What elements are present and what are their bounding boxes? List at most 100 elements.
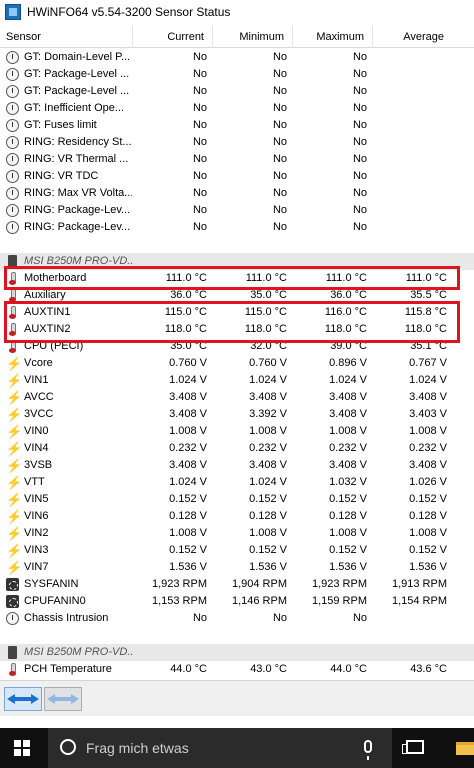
average-value (375, 151, 447, 168)
clock-icon (6, 187, 19, 200)
sensor-row[interactable]: ⚡ 3VCC 3.408 V 3.392 V 3.408 V 3.403 V (0, 406, 474, 423)
average-value (375, 66, 447, 83)
sensor-row[interactable]: Motherboard 111.0 °C 111.0 °C 111.0 °C 111.0… (0, 270, 474, 287)
current-value (135, 627, 207, 644)
sensor-row[interactable]: ⚡ Vcore 0.760 V 0.760 V 0.896 V 0.767 V (0, 355, 474, 372)
sensor-row[interactable]: AUXTIN1 115.0 °C 115.0 °C 116.0 °C 115.8 °C (0, 304, 474, 321)
average-value (375, 253, 447, 270)
sensor-name: 3VSB (24, 459, 53, 471)
current-value (135, 236, 207, 253)
current-value: No (192, 102, 207, 114)
sensor-row[interactable]: ⚡ VTT 1.024 V 1.024 V 1.032 V 1.026 V (0, 474, 474, 491)
sensor-row[interactable]: PCH Temperature 44.0 °C 43.0 °C 44.0 °C 43.6… (0, 661, 474, 678)
taskbar-search-placeholder: Frag mich etwas (86, 740, 189, 756)
current-value: No (192, 170, 207, 182)
average-value: 1.024 V (409, 374, 447, 386)
column-header-current[interactable]: Current (132, 26, 212, 48)
microphone-icon[interactable] (364, 740, 372, 760)
sensor-row[interactable]: AUXTIN2 118.0 °C 118.0 °C 118.0 °C 118.0 °C (0, 321, 474, 338)
sensor-name: VTT (24, 476, 45, 488)
sensor-row[interactable]: GT: Package-Level ... No No No (0, 83, 474, 100)
sensor-row[interactable]: ⚡ VIN1 1.024 V 1.024 V 1.024 V 1.024 V (0, 372, 474, 389)
voltage-icon: ⚡ (6, 509, 23, 524)
layout-toggle-button[interactable] (44, 687, 82, 711)
column-header: Sensor Current Minimum Maximum Average (0, 26, 474, 48)
sensor-row[interactable]: RING: VR Thermal ... No No No (0, 151, 474, 168)
sensor-row[interactable]: GT: Domain-Level P... No No No (0, 49, 474, 66)
current-value: 1,923 RPM (151, 578, 207, 590)
sensor-row[interactable]: GT: Inefficient Ope... No No No (0, 100, 474, 117)
task-view-icon[interactable] (402, 740, 424, 754)
column-header-minimum[interactable]: Minimum (212, 26, 292, 48)
thermometer-icon (6, 323, 19, 336)
sensor-row[interactable]: GT: Fuses limit No No No (0, 117, 474, 134)
taskbar-search-box[interactable]: Frag mich etwas (48, 728, 392, 768)
average-value (375, 644, 447, 661)
minimum-value: 3.408 V (249, 391, 287, 403)
minimum-value: No (272, 153, 287, 165)
sensor-name: RING: Max VR Volta... (24, 187, 132, 199)
average-value (375, 134, 447, 151)
column-header-sensor[interactable]: Sensor (0, 26, 132, 48)
sensor-row[interactable]: GT: Package-Level ... No No No (0, 66, 474, 83)
sensor-row[interactable]: CPU (PECI) 35.0 °C 32.0 °C 39.0 °C 35.1 °C (0, 338, 474, 355)
sensor-row[interactable]: ⚡ AVCC 3.408 V 3.408 V 3.408 V 3.408 V (0, 389, 474, 406)
sensor-group-header[interactable]: MSI B250M PRO-VD... (0, 644, 474, 661)
sensor-name: RING: VR TDC (24, 170, 99, 182)
sensor-row[interactable]: RING: Residency St... No No No (0, 134, 474, 151)
sensor-row[interactable]: ⚡ VIN6 0.128 V 0.128 V 0.128 V 0.128 V (0, 508, 474, 525)
maximum-value: 1.536 V (329, 561, 367, 573)
sensor-row[interactable]: ⚡ VIN2 1.008 V 1.008 V 1.008 V 1.008 V (0, 525, 474, 542)
average-value: 43.6 °C (410, 663, 447, 675)
hwinfo-app-icon (5, 4, 21, 20)
sensor-row[interactable]: CPUFANIN0 1,153 RPM 1,146 RPM 1,159 RPM 1,15… (0, 593, 474, 610)
minimum-value: No (272, 68, 287, 80)
voltage-icon: ⚡ (6, 492, 23, 507)
minimum-value: 3.408 V (249, 459, 287, 471)
current-value: No (192, 187, 207, 199)
sensor-row[interactable]: ⚡ VIN5 0.152 V 0.152 V 0.152 V 0.152 V (0, 491, 474, 508)
sensor-name: MSI B250M PRO-VD... (24, 646, 134, 658)
maximum-value: 0.896 V (329, 357, 367, 369)
minimum-value: No (272, 170, 287, 182)
voltage-icon: ⚡ (6, 407, 23, 422)
sensor-name (24, 627, 132, 644)
sensor-row[interactable]: ⚡ 3VSB 3.408 V 3.408 V 3.408 V 3.408 V (0, 457, 474, 474)
voltage-icon: ⚡ (6, 543, 23, 558)
sensor-row[interactable]: SYSFANIN 1,923 RPM 1,904 RPM 1,923 RPM 1,913… (0, 576, 474, 593)
sensor-row[interactable]: ⚡ VIN0 1.008 V 1.008 V 1.008 V 1.008 V (0, 423, 474, 440)
maximum-value: No (352, 170, 367, 182)
sensor-row[interactable]: RING: Max VR Volta... No No No (0, 185, 474, 202)
maximum-value: 0.232 V (329, 442, 367, 454)
sensor-row[interactable]: RING: Package-Lev... No No No (0, 219, 474, 236)
sensor-name: VIN0 (24, 425, 49, 437)
maximum-value: 116.0 °C (324, 306, 367, 318)
expand-collapse-button[interactable] (4, 687, 42, 711)
sensor-row[interactable]: Auxiliary 36.0 °C 35.0 °C 36.0 °C 35.5 °C (0, 287, 474, 304)
sensor-name: RING: Package-Lev... (24, 204, 131, 216)
sensor-name: GT: Package-Level ... (24, 85, 130, 97)
sensor-name: Vcore (24, 357, 53, 369)
sensor-group-header[interactable]: MSI B250M PRO-VD... (0, 253, 474, 270)
current-value: 1.024 V (169, 476, 207, 488)
sensor-name: RING: VR Thermal ... (24, 153, 129, 165)
windows-taskbar: Frag mich etwas (0, 728, 474, 768)
thermometer-icon (6, 663, 19, 676)
maximum-value: 1.032 V (329, 476, 367, 488)
file-explorer-icon[interactable] (456, 742, 474, 755)
column-header-maximum[interactable]: Maximum (292, 26, 372, 48)
current-value: No (192, 119, 207, 131)
sensor-name: AUXTIN1 (24, 306, 71, 318)
windows-start-icon[interactable] (14, 740, 30, 756)
sensor-row[interactable]: RING: VR TDC No No No (0, 168, 474, 185)
sensor-row[interactable]: Chassis Intrusion No No No (0, 610, 474, 627)
sensor-row[interactable]: ⚡ VIN4 0.232 V 0.232 V 0.232 V 0.232 V (0, 440, 474, 457)
sensor-row[interactable]: ⚡ VIN3 0.152 V 0.152 V 0.152 V 0.152 V (0, 542, 474, 559)
current-value: 0.152 V (169, 544, 207, 556)
voltage-icon: ⚡ (6, 441, 23, 456)
sensor-row[interactable]: RING: Package-Lev... No No No (0, 202, 474, 219)
sensor-row[interactable]: ⚡ VIN7 1.536 V 1.536 V 1.536 V 1.536 V (0, 559, 474, 576)
minimum-value: 3.392 V (249, 408, 287, 420)
current-value: 0.232 V (169, 442, 207, 454)
column-header-average[interactable]: Average (372, 26, 452, 48)
